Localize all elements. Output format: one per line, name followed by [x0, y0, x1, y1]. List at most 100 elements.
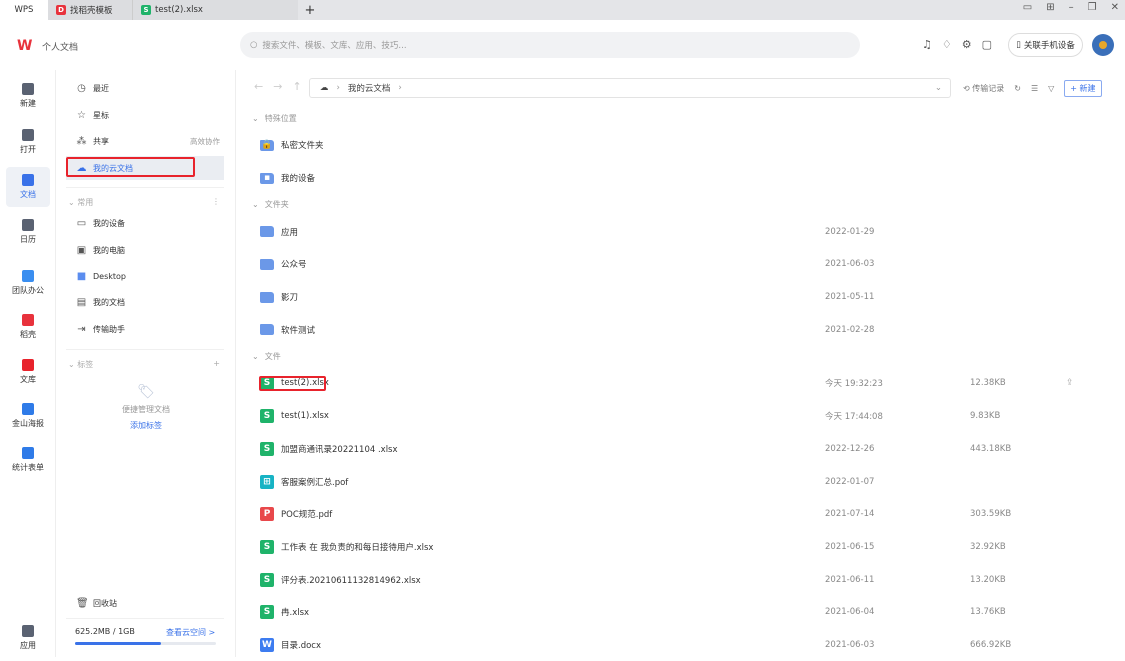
file-row[interactable]: Stest(1).xlsx 今天 17:44:08 9.83KB — [248, 400, 1118, 433]
skin-icon[interactable]: ♢ — [942, 38, 952, 51]
docer-icon: D — [56, 5, 66, 15]
sidebar-item-starred[interactable]: ☆ 星标 — [66, 103, 224, 127]
add-tag-icon[interactable]: + — [213, 359, 220, 370]
new-button[interactable]: + 新建 — [1064, 80, 1102, 97]
rail-item-4[interactable]: 团队办公 — [6, 263, 50, 303]
tab-template[interactable]: D 找稻壳模板 — [48, 0, 133, 20]
rail-item-2[interactable]: 文档 — [6, 167, 50, 207]
folder-row[interactable]: 影刀 2021-05-11 — [248, 281, 1118, 314]
file-date: 今天 19:32:23 — [825, 379, 883, 390]
label: 我的设备 — [93, 218, 125, 228]
file-row[interactable]: ⊞ 客服案例汇总.pof 2022-01-07 — [248, 465, 1118, 498]
search-placeholder: 搜索文件、模板、文库、应用、技巧... — [262, 41, 407, 51]
list-item[interactable]: 🔒 私密文件夹 — [248, 129, 1118, 162]
close-icon[interactable]: ✕ — [1111, 2, 1119, 13]
rail-item-3[interactable]: 日历 — [6, 212, 50, 252]
folder-name: 应用 — [281, 227, 299, 238]
new-tab-button[interactable]: + — [298, 0, 322, 20]
folder-row[interactable]: 应用 2022-01-29 — [248, 215, 1118, 248]
file-date: 2022-12-26 — [825, 443, 875, 454]
rail-icon — [22, 129, 34, 141]
sidebar-item-my-documents[interactable]: ▤ 我的文档 — [66, 290, 224, 314]
rail-item-0[interactable]: 新建 — [6, 76, 50, 116]
search-input[interactable]: ○ 搜索文件、模板、文库、应用、技巧... — [240, 32, 860, 58]
headset-icon[interactable]: ♫ — [922, 38, 932, 51]
file-row[interactable]: S 加盟商通讯录20221104 .xlsx 2022-12-26 443.18KB — [248, 433, 1118, 466]
file-row[interactable]: S 冉.xlsx 2021-06-04 13.76KB — [248, 596, 1118, 629]
file-row[interactable]: P POC规范.pdf 2021-07-14 303.59KB — [248, 498, 1118, 531]
trash-icon: 🗑 — [76, 597, 89, 609]
sidebar-item-trash[interactable]: 🗑 回收站 — [66, 591, 224, 615]
breadcrumb[interactable]: ☁ › 我的云文档 › ⌄ — [309, 78, 951, 98]
transfer-records-button[interactable]: ⟲ 传输记录 — [963, 83, 1004, 94]
file-row[interactable]: S 工作表 在 我负责的和每日接待用户.xlsx 2021-06-15 32.92KB — [248, 531, 1118, 564]
up-icon[interactable]: ↑ — [292, 80, 301, 93]
share-icon[interactable]: ⇪ — [1066, 378, 1074, 388]
tab-test2[interactable]: Stest(2).xlsx — [133, 0, 298, 20]
breadcrumb-item[interactable]: 我的云文档 — [348, 82, 391, 94]
lock-folder-icon: 🔒 — [260, 139, 274, 151]
transfer-icon: ⇥ — [77, 323, 86, 335]
file-size: 32.92KB — [970, 541, 1006, 552]
sidebar-item-my-device[interactable]: ▭ 我的设备 — [66, 211, 224, 235]
highlight-box — [259, 376, 326, 392]
item-name: 私密文件夹 — [281, 141, 324, 152]
add-tag-link[interactable]: 添加标签 — [56, 420, 236, 431]
view-cloud-space-link[interactable]: 查看云空间 > — [166, 627, 215, 638]
rail-icon — [22, 447, 34, 459]
sidebar-item-shared[interactable]: ⁂ 共享 高效协作 — [66, 129, 224, 153]
more-icon[interactable]: ⋮ — [212, 197, 220, 208]
section-header[interactable]: ⌄ 特殊位置 — [248, 108, 1118, 129]
sidebar-item-transfer[interactable]: ⇥ 传输助手 — [66, 317, 224, 341]
avatar[interactable] — [1092, 34, 1114, 56]
rail-icon — [22, 314, 34, 326]
folder-row[interactable]: 公众号 2021-06-03 — [248, 248, 1118, 281]
gear-icon[interactable]: ⚙ — [962, 38, 972, 51]
file-row[interactable]: Stest(2).xlsx 今天 19:32:23 12.38KB ⇪ — [248, 367, 1118, 400]
message-icon[interactable]: ▢ — [982, 38, 992, 51]
filter-icon[interactable]: ▽ — [1048, 84, 1054, 93]
sidebar-item-my-computer[interactable]: ▣ 我的电脑 — [66, 238, 224, 262]
grid-icon[interactable]: ⊞ — [1046, 2, 1054, 13]
label: 最近 — [93, 83, 109, 93]
tab-wps[interactable]: WPS — [0, 0, 48, 20]
sidebar-item-desktop[interactable]: ■ Desktop — [66, 264, 224, 288]
list-view-icon[interactable]: ☰ — [1031, 84, 1038, 93]
layout-icon[interactable]: ▭ — [1023, 2, 1032, 13]
device-folder-icon: ▪ — [260, 172, 274, 184]
section-header[interactable]: ⌄ 文件 — [248, 346, 1118, 367]
tag-icon: 🏷 — [137, 384, 155, 400]
rail-item-5[interactable]: 稻壳 — [6, 307, 50, 347]
minimize-icon[interactable]: – — [1069, 2, 1074, 13]
rail-item-9[interactable]: 应用 — [6, 618, 50, 658]
rail-item-8[interactable]: 统计表单 — [6, 440, 50, 480]
file-date: 今天 17:44:08 — [825, 412, 883, 423]
rail-icon — [22, 83, 34, 95]
label: 传输助手 — [93, 324, 125, 334]
transfer-label: 传输记录 — [972, 84, 1005, 93]
workspace-title: 个人文档 — [42, 43, 79, 53]
chevron-down-icon[interactable]: ⌄ — [935, 83, 942, 93]
file-row[interactable]: S 评分表.20210611132814962.xlsx 2021-06-11 13.… — [248, 563, 1118, 596]
restore-icon[interactable]: ❐ — [1088, 2, 1097, 13]
folder-row[interactable]: 软件测试 2021-02-28 — [248, 313, 1118, 346]
section-label: 特殊位置 — [264, 114, 297, 123]
list-item[interactable]: ▪ 我的设备 — [248, 162, 1118, 195]
rail-item-6[interactable]: 文库 — [6, 352, 50, 392]
folder-date: 2021-06-03 — [825, 259, 875, 270]
rail-icon — [22, 174, 34, 186]
sidebar-item-recent[interactable]: ◷ 最近 — [66, 76, 224, 100]
forward-icon[interactable]: → — [273, 80, 282, 93]
file-date: 2022-01-07 — [825, 476, 875, 487]
rail-item-1[interactable]: 打开 — [6, 122, 50, 162]
rail-icon — [22, 219, 34, 231]
rail-item-7[interactable]: 金山海报 — [6, 396, 50, 436]
back-icon[interactable]: ← — [254, 80, 263, 93]
refresh-icon[interactable]: ↻ — [1014, 84, 1021, 93]
file-row[interactable]: W 目录.docx 2021-06-03 666.92KB — [248, 629, 1118, 661]
link-phone-button[interactable]: ▯ 关联手机设备 — [1008, 33, 1083, 57]
file-size: 13.20KB — [970, 574, 1006, 585]
computer-icon: ▣ — [76, 244, 87, 256]
section-header[interactable]: ⌄ 文件夹 — [248, 194, 1118, 215]
clock-icon: ◷ — [77, 82, 86, 94]
